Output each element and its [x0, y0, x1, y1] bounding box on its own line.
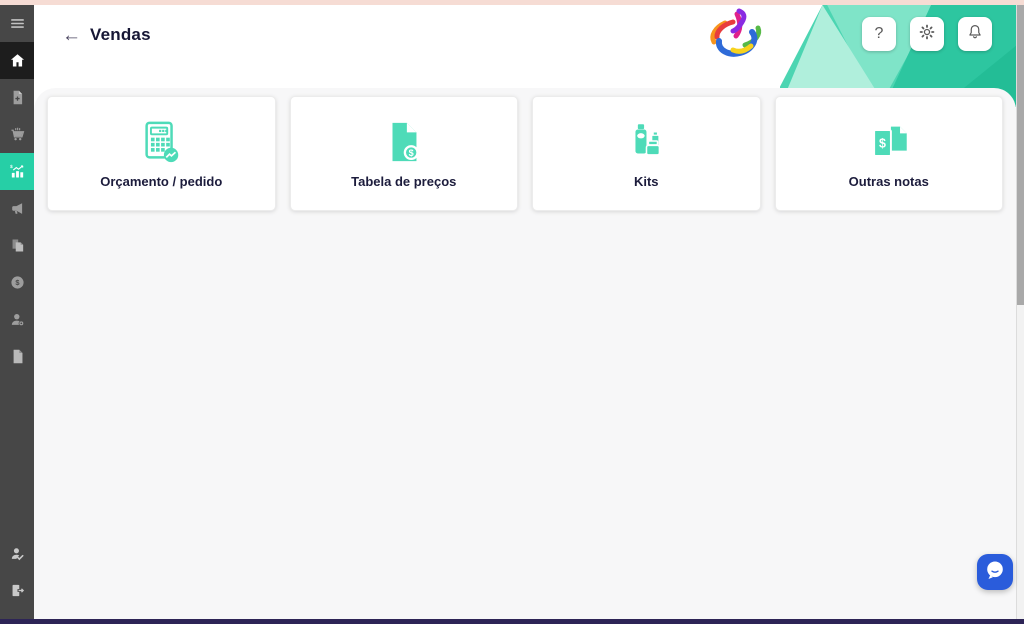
- scrollbar-thumb[interactable]: [1017, 5, 1024, 305]
- chat-launcher-button[interactable]: [977, 554, 1013, 590]
- bell-icon: [966, 23, 984, 46]
- help-button[interactable]: ?: [862, 17, 896, 51]
- sidebar-item-reports[interactable]: [0, 227, 34, 264]
- svg-text:$: $: [408, 147, 413, 157]
- sidebar-bottom-group: [0, 535, 34, 609]
- cards-row: Orçamento / pedido $ Tabela de preços: [47, 96, 1003, 211]
- card-label: Orçamento / pedido: [100, 174, 222, 189]
- chat-bubble-icon: [983, 558, 1007, 587]
- home-icon: [9, 52, 26, 69]
- user-gear-icon: [9, 311, 26, 328]
- page-header: ← Vendas: [34, 5, 1024, 88]
- sidebar: $ $: [0, 5, 34, 619]
- megaphone-icon: [9, 200, 26, 217]
- sidebar-item-finance[interactable]: $: [0, 264, 34, 301]
- cart-icon: [9, 126, 26, 143]
- cosmetics-kit-icon: [623, 119, 669, 165]
- svg-text:$: $: [10, 164, 13, 169]
- file-plus-icon: [9, 89, 26, 106]
- sidebar-item-home[interactable]: [0, 42, 34, 79]
- card-label: Outras notas: [849, 174, 929, 189]
- sidebar-item-file-plus[interactable]: [0, 79, 34, 116]
- bottom-window-strip: [0, 619, 1024, 624]
- dollar-coin-icon: $: [9, 274, 26, 291]
- sidebar-item-logout[interactable]: [0, 572, 34, 609]
- sales-chart-icon: $: [9, 163, 26, 180]
- sidebar-item-documents[interactable]: [0, 338, 34, 375]
- back-arrow-icon[interactable]: ←: [62, 26, 81, 45]
- header-buttons: ?: [862, 17, 992, 51]
- card-outras-notas[interactable]: $ Outras notas: [775, 96, 1004, 211]
- card-label: Tabela de preços: [351, 174, 456, 189]
- gear-icon: [918, 23, 936, 46]
- main-area: ← Vendas: [34, 5, 1024, 619]
- title-row: ← Vendas: [62, 25, 151, 45]
- menu-icon: [9, 15, 26, 32]
- file-icon: [9, 348, 26, 365]
- sidebar-item-support[interactable]: [0, 535, 34, 572]
- page-title: Vendas: [90, 25, 151, 45]
- rainbow-clef-logo: [706, 7, 766, 61]
- sidebar-item-cart[interactable]: [0, 116, 34, 153]
- sidebar-item-menu[interactable]: [0, 5, 34, 42]
- vertical-scrollbar[interactable]: [1016, 5, 1024, 619]
- card-tabela-de-precos[interactable]: $ Tabela de preços: [290, 96, 519, 211]
- logout-icon: [9, 582, 26, 599]
- content-panel: Orçamento / pedido $ Tabela de preços: [34, 88, 1016, 619]
- sidebar-item-megaphone[interactable]: [0, 190, 34, 227]
- svg-text:$: $: [879, 136, 886, 150]
- user-check-icon: [9, 545, 26, 562]
- sidebar-item-customers[interactable]: [0, 301, 34, 338]
- price-file-icon: $: [381, 119, 427, 165]
- question-icon: ?: [875, 25, 884, 43]
- copy-pages-icon: [9, 237, 26, 254]
- sidebar-item-sales[interactable]: $: [0, 153, 34, 190]
- notes-files-icon: $: [866, 119, 912, 165]
- settings-button[interactable]: [910, 17, 944, 51]
- notifications-button[interactable]: [958, 17, 992, 51]
- card-kits[interactable]: Kits: [532, 96, 761, 211]
- card-orcamento-pedido[interactable]: Orçamento / pedido: [47, 96, 276, 211]
- card-label: Kits: [634, 174, 659, 189]
- top-window-strip: [0, 0, 1024, 5]
- calculator-chart-icon: [138, 119, 184, 165]
